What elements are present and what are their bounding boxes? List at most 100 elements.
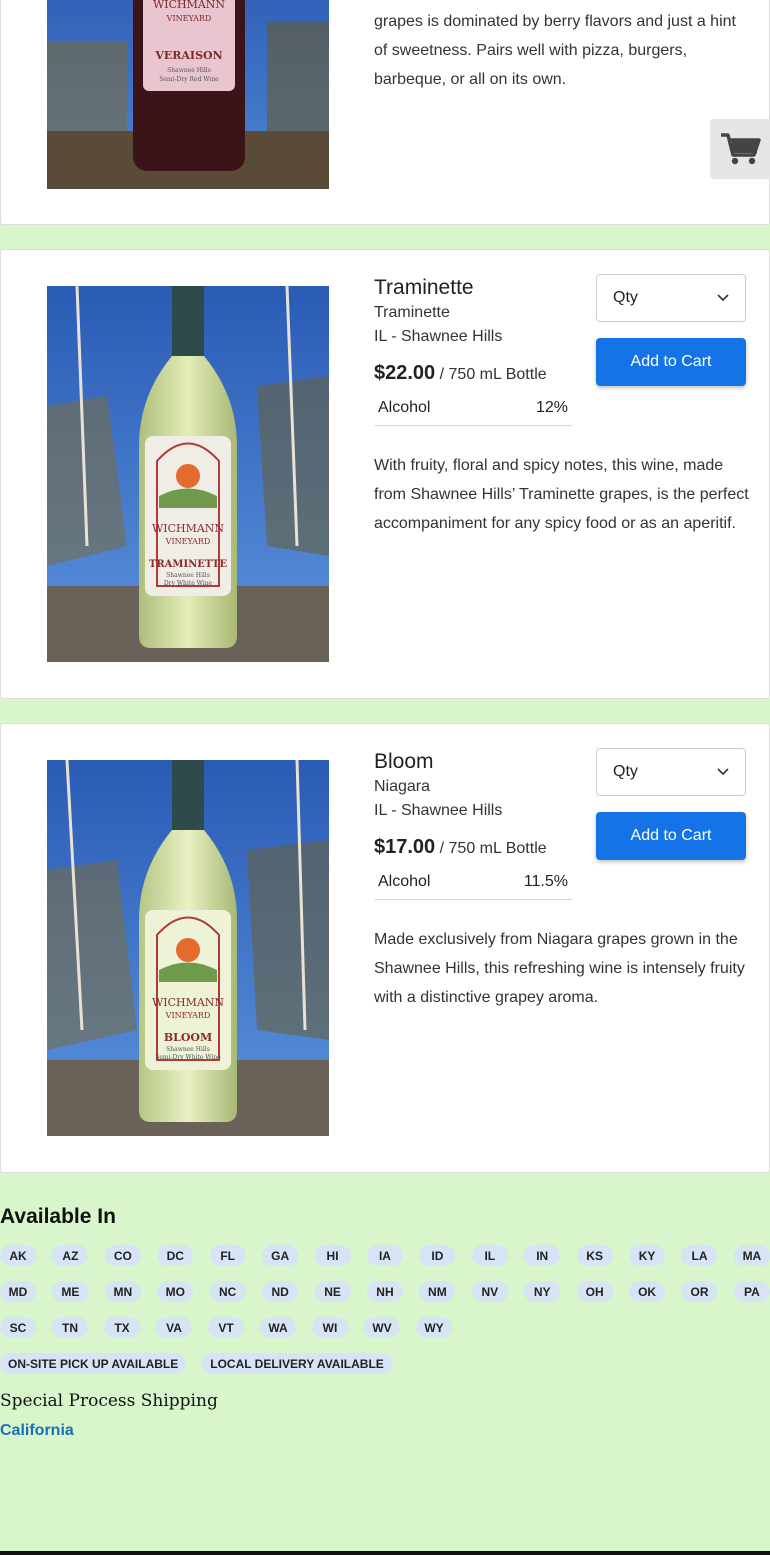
svg-text:VINEYARD: VINEYARD	[165, 1011, 211, 1020]
state-chip: NH	[366, 1281, 403, 1302]
state-chip: ME	[52, 1281, 89, 1302]
state-chip-row: AK AZ CO DC FL GA HI IA ID IL IN KS KY LA MA	[0, 1245, 770, 1281]
svg-text:VINEYARD: VINEYARD	[166, 14, 212, 23]
product-card-veraison: WICHMANN VINEYARD VERAISON Shawnee Hills…	[0, 0, 770, 225]
state-chip: ND	[262, 1281, 299, 1302]
state-chip: LA	[681, 1245, 718, 1266]
chevron-down-icon	[717, 768, 729, 776]
label-brand: WICHMANN	[152, 522, 224, 535]
state-chip: NC	[209, 1281, 246, 1302]
product-image-veraison[interactable]: WICHMANN VINEYARD VERAISON Shawnee Hills…	[47, 0, 329, 189]
svg-text:Shawnee Hills: Shawnee Hills	[166, 1046, 210, 1053]
state-chip: IN	[524, 1245, 561, 1266]
product-region: IL - Shawnee Hills	[374, 802, 503, 819]
state-chip: WV	[364, 1317, 400, 1338]
state-chip: HI	[314, 1245, 351, 1266]
product-variety: Niagara	[374, 778, 431, 795]
product-card-bloom: WICHMANN VINEYARD BLOOM Shawnee Hills Se…	[0, 723, 770, 1173]
state-chip: AZ	[52, 1245, 89, 1266]
svg-text:BLOOM: BLOOM	[164, 1031, 212, 1044]
price-unit: / 750 mL Bottle	[439, 840, 547, 857]
state-chip: OR	[681, 1281, 718, 1302]
add-to-cart-button[interactable]: Add to Cart	[596, 812, 746, 860]
quantity-placeholder: Qty	[613, 289, 638, 306]
state-chip: PA	[733, 1281, 770, 1302]
state-chip: ID	[419, 1245, 456, 1266]
svg-text:Shawnee Hills: Shawnee Hills	[166, 572, 210, 579]
service-chip-row: ON-SITE PICK UP AVAILABLE LOCAL DELIVERY …	[0, 1353, 770, 1389]
label-brand: WICHMANN	[153, 0, 225, 11]
service-badge: ON-SITE PICK UP AVAILABLE	[0, 1353, 187, 1374]
label-brand: WICHMANN	[152, 996, 224, 1009]
state-chip: IL	[471, 1245, 508, 1266]
state-chip-list: AK AZ CO DC FL GA HI IA ID IL IN KS KY LA MA MD ME MN MO N…	[0, 1245, 770, 1389]
state-chip: IA	[366, 1245, 403, 1266]
state-chip: MD	[0, 1281, 36, 1302]
alcohol-row: Alcohol 12%	[374, 399, 572, 426]
price-amount: $22.00	[374, 362, 436, 384]
quantity-select[interactable]: Qty	[596, 748, 746, 796]
product-info: Bloom Niagara IL - Shawnee Hills $17.00 …	[374, 749, 574, 900]
state-chip: WI	[312, 1317, 348, 1338]
product-region: IL - Shawnee Hills	[374, 328, 503, 345]
state-chip: CO	[104, 1245, 141, 1266]
state-chip: TX	[104, 1317, 140, 1338]
available-in-title: Available In	[0, 1205, 116, 1228]
product-price: $22.00 / 750 mL Bottle	[374, 359, 574, 389]
product-info: Traminette Traminette IL - Shawnee Hills…	[374, 275, 574, 426]
state-chip: DC	[157, 1245, 194, 1266]
svg-text:Dry White Wine: Dry White Wine	[164, 580, 213, 587]
state-chip: WY	[416, 1317, 452, 1338]
floating-cart-button[interactable]	[710, 119, 770, 179]
product-price: $17.00 / 750 mL Bottle	[374, 833, 574, 863]
product-image-bloom[interactable]: WICHMANN VINEYARD BLOOM Shawnee Hills Se…	[47, 760, 329, 1136]
state-chip: NM	[419, 1281, 456, 1302]
state-chip: AK	[0, 1245, 36, 1266]
state-chip: KY	[629, 1245, 666, 1266]
price-amount: $17.00	[374, 836, 436, 858]
state-chip: MO	[157, 1281, 194, 1302]
state-chip: MN	[104, 1281, 141, 1302]
state-chip: MA	[733, 1245, 770, 1266]
state-chip: SC	[0, 1317, 36, 1338]
state-chip: OK	[629, 1281, 666, 1302]
state-chip: WA	[260, 1317, 296, 1338]
state-chip: NE	[314, 1281, 351, 1302]
state-chip: OH	[576, 1281, 613, 1302]
alcohol-label: Alcohol	[378, 873, 431, 890]
state-chip: TN	[52, 1317, 88, 1338]
product-name[interactable]: Bloom	[374, 749, 574, 775]
svg-text:TRAMINETTE: TRAMINETTE	[149, 559, 228, 570]
alcohol-row: Alcohol 11.5%	[374, 873, 572, 900]
state-chip: NY	[524, 1281, 561, 1302]
svg-text:VINEYARD: VINEYARD	[165, 537, 211, 546]
add-to-cart-button[interactable]: Add to Cart	[596, 338, 746, 386]
service-badge: LOCAL DELIVERY AVAILABLE	[202, 1353, 392, 1374]
state-chip: VT	[208, 1317, 244, 1338]
quantity-select[interactable]: Qty	[596, 274, 746, 322]
quantity-placeholder: Qty	[613, 763, 638, 780]
state-chip: KS	[576, 1245, 613, 1266]
state-chip: GA	[262, 1245, 299, 1266]
svg-text:Shawnee Hills: Shawnee Hills	[167, 67, 211, 74]
special-shipping-title: Special Process Shipping	[0, 1391, 218, 1411]
state-chip: NV	[471, 1281, 508, 1302]
alcohol-value: 11.5%	[523, 873, 568, 890]
price-unit: / 750 mL Bottle	[439, 366, 547, 383]
svg-text:Semi-Dry Red Wine: Semi-Dry Red Wine	[159, 76, 219, 83]
state-chip: VA	[156, 1317, 192, 1338]
product-image-traminette[interactable]: WICHMANN VINEYARD TRAMINETTE Shawnee Hil…	[47, 286, 329, 662]
chevron-down-icon	[717, 294, 729, 302]
product-variety: Traminette	[374, 304, 450, 321]
shopping-cart-icon	[721, 133, 761, 165]
product-name[interactable]: Traminette	[374, 275, 574, 301]
product-description: With fruity, floral and spicy notes, thi…	[374, 457, 749, 532]
svg-text:VERAISON: VERAISON	[154, 49, 222, 62]
svg-text:Semi-Dry White Wine: Semi-Dry White Wine	[155, 1054, 221, 1061]
state-chip-row: SC TN TX VA VT WA WI WV WY	[0, 1317, 770, 1353]
state-chip-row: MD ME MN MO NC ND NE NH NM NV NY OH OK OR PA	[0, 1281, 770, 1317]
product-description: Made exclusively from Niagara grapes gro…	[374, 931, 745, 1006]
product-card-traminette: WICHMANN VINEYARD TRAMINETTE Shawnee Hil…	[0, 249, 770, 699]
shipping-state-link[interactable]: California	[0, 1422, 74, 1440]
footer-edge	[0, 1551, 770, 1555]
